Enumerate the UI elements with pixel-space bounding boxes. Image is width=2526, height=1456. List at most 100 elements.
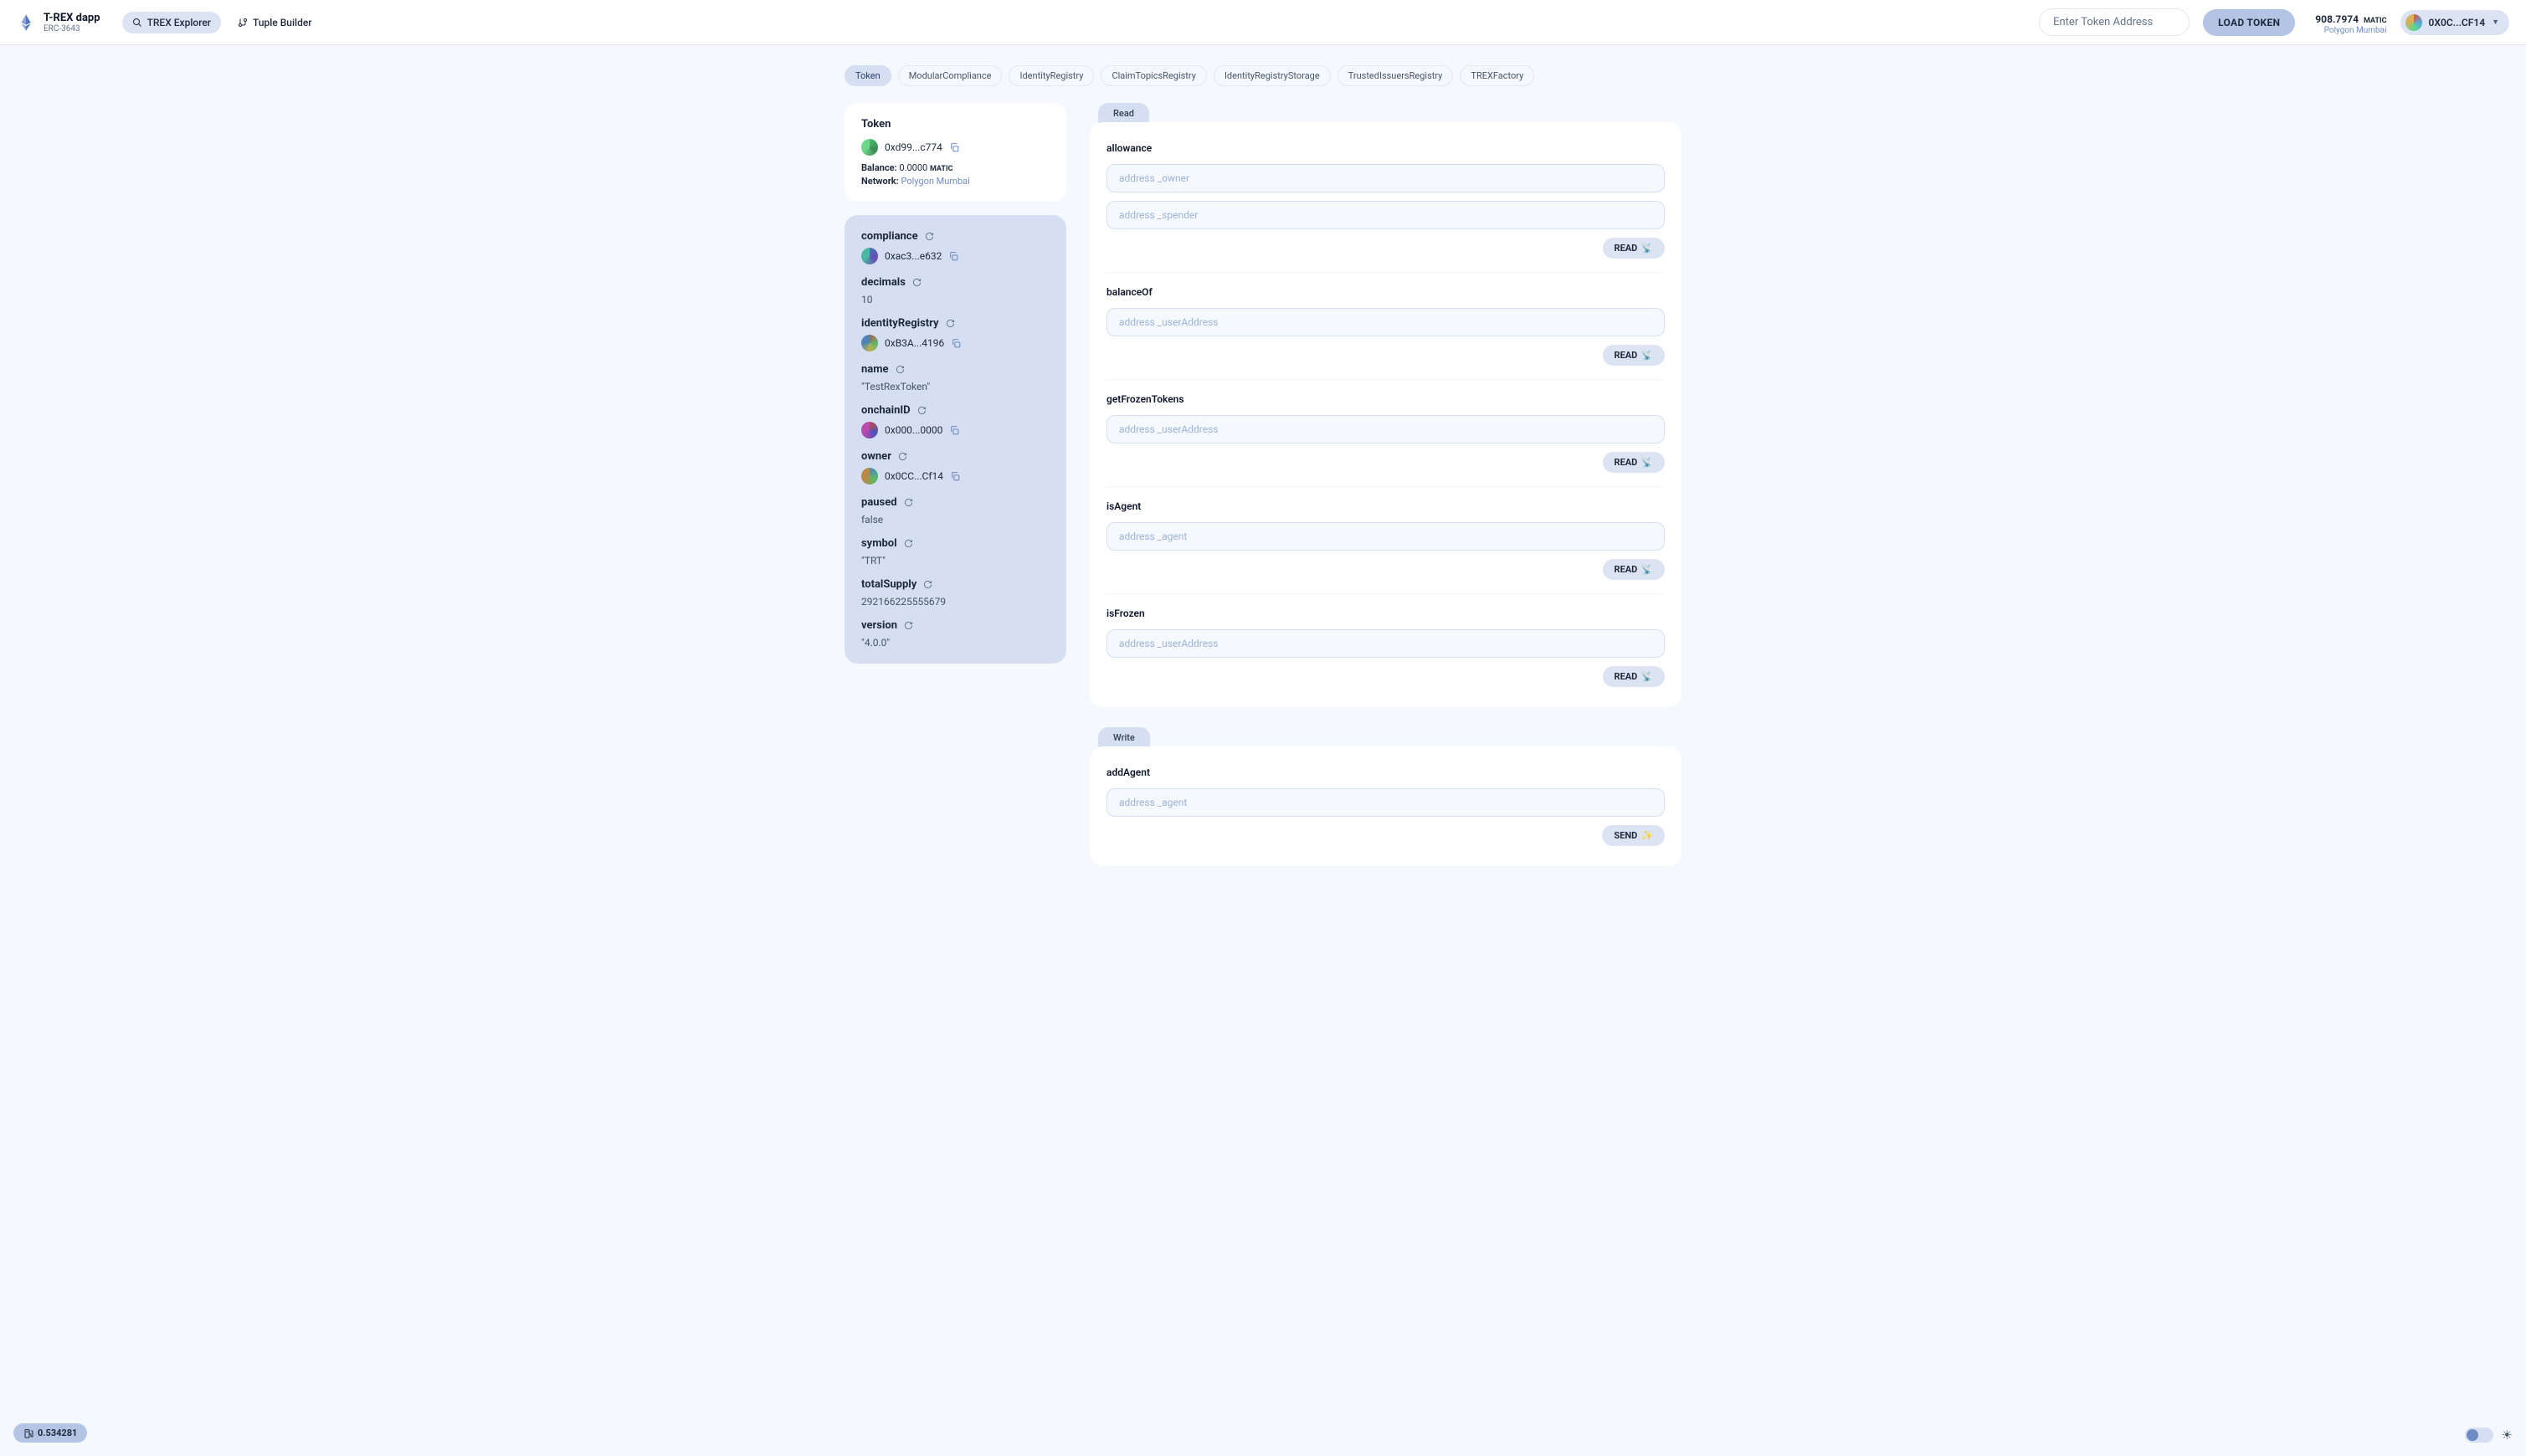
token-network-line: Network: Polygon Mumbai <box>861 176 1050 187</box>
read-button[interactable]: READ📡 <box>1603 238 1665 259</box>
address-short: 0xd99...c774 <box>885 141 942 153</box>
refresh-icon[interactable] <box>912 278 922 287</box>
property-name: compliance <box>861 230 1050 243</box>
refresh-icon[interactable] <box>923 580 932 589</box>
token-summary-card: Token 0xd99...c774 Balance: 0.0000 MATIC… <box>845 103 1066 202</box>
brand-block: T-REX dapp ERC-3643 <box>17 12 100 33</box>
identicon-icon <box>861 468 878 484</box>
property-name: decimals <box>861 276 1050 289</box>
brand-text: T-REX dapp ERC-3643 <box>44 12 100 33</box>
load-token-button[interactable]: LOAD TOKEN <box>2203 9 2295 36</box>
sun-icon: ☀ <box>2502 1428 2513 1443</box>
gas-price-badge[interactable]: 0.534281 <box>13 1423 87 1443</box>
write-functions-card: addAgentSEND✨ <box>1090 746 1681 866</box>
param-input[interactable] <box>1106 522 1665 551</box>
copy-icon[interactable] <box>948 251 959 262</box>
function-name: isFrozen <box>1106 608 1665 619</box>
nav-label: Tuple Builder <box>253 17 312 28</box>
contract-tabs: Token ModularCompliance IdentityRegistry Cl… <box>845 65 1681 86</box>
address-row: 0xB3A...4196 <box>861 335 1050 351</box>
tab-identityregistrystorage[interactable]: IdentityRegistryStorage <box>1214 65 1331 86</box>
refresh-icon[interactable] <box>946 319 955 328</box>
copy-icon[interactable] <box>951 338 962 349</box>
read-button[interactable]: READ📡 <box>1603 559 1665 580</box>
function-balanceOf: balanceOfREAD📡 <box>1106 273 1665 380</box>
identicon-icon <box>861 139 878 156</box>
param-input[interactable] <box>1106 164 1665 192</box>
property-name: name "TestRexToken" <box>861 363 1050 392</box>
send-button[interactable]: SEND✨ <box>1602 825 1665 846</box>
token-address-row: 0xd99...c774 <box>861 139 1050 156</box>
tab-trustedissuersregistry[interactable]: TrustedIssuersRegistry <box>1337 65 1454 86</box>
refresh-icon[interactable] <box>925 232 934 241</box>
tab-modularcompliance[interactable]: ModularCompliance <box>898 65 1003 86</box>
property-value: "TRT" <box>861 555 1050 567</box>
refresh-icon[interactable] <box>904 498 913 507</box>
param-input[interactable] <box>1106 629 1665 658</box>
property-value: 0xac3...e632 <box>861 248 1050 264</box>
property-value: false <box>861 514 1050 525</box>
function-addAgent: addAgentSEND✨ <box>1106 753 1665 859</box>
property-paused: pausedfalse <box>861 496 1050 525</box>
read-button[interactable]: READ📡 <box>1603 452 1665 473</box>
param-input[interactable] <box>1106 308 1665 336</box>
tab-identityregistry[interactable]: IdentityRegistry <box>1009 65 1094 86</box>
refresh-icon[interactable] <box>896 365 905 374</box>
property-value: "TestRexToken" <box>861 381 1050 392</box>
property-value: 10 <box>861 294 1050 305</box>
read-button[interactable]: READ📡 <box>1603 345 1665 366</box>
refresh-icon[interactable] <box>904 621 913 630</box>
balance-unit: MATIC <box>2364 17 2387 25</box>
theme-toggle-group: ☀ <box>2465 1428 2513 1443</box>
balance-amount: 908.7974 <box>2315 13 2359 25</box>
token-address-input[interactable] <box>2039 8 2190 36</box>
app-header: T-REX dapp ERC-3643 TREX Explorer Tuple … <box>0 0 2526 45</box>
address-row: 0xac3...e632 <box>861 248 1050 264</box>
chevron-down-icon: ▼ <box>2492 18 2499 27</box>
property-totalSupply: totalSupply292166225555679 <box>861 578 1050 608</box>
identicon-icon <box>861 248 878 264</box>
address-short: 0x000...0000 <box>885 424 942 436</box>
builder-icon <box>238 18 248 28</box>
nav-pills: TREX Explorer Tuple Builder <box>122 12 322 33</box>
property-value: 0x000...0000 <box>861 422 1050 438</box>
property-version: version"4.0.0" <box>861 619 1050 649</box>
property-symbol: symbol"TRT" <box>861 537 1050 567</box>
address-short: 0x0CC...Cf14 <box>885 470 943 482</box>
address-row: 0x000...0000 <box>861 422 1050 438</box>
copy-icon[interactable] <box>950 471 961 482</box>
theme-switch[interactable] <box>2465 1428 2493 1443</box>
nav-trex-explorer[interactable]: TREX Explorer <box>122 12 221 33</box>
tab-trexfactory[interactable]: TREXFactory <box>1460 65 1534 86</box>
wallet-balance: 908.7974 MATIC Polygon Mumbai <box>2315 10 2386 35</box>
copy-icon[interactable] <box>949 425 960 436</box>
address-short: 0xB3A...4196 <box>885 337 944 349</box>
param-input[interactable] <box>1106 415 1665 443</box>
refresh-icon[interactable] <box>898 452 907 461</box>
nav-tuple-builder[interactable]: Tuple Builder <box>228 12 322 33</box>
fuel-icon <box>23 1428 33 1438</box>
read-button[interactable]: READ📡 <box>1603 666 1665 687</box>
wallet-button[interactable]: 0X0C...CF14 ▼ <box>2400 10 2509 35</box>
function-getFrozenTokens: getFrozenTokens READ📡 <box>1106 380 1665 487</box>
brand-title: T-REX dapp <box>44 12 100 24</box>
property-value: 0x0CC...Cf14 <box>861 468 1050 484</box>
function-name: getFrozenTokens <box>1106 393 1665 405</box>
identicon-icon <box>861 422 878 438</box>
refresh-icon[interactable] <box>917 406 927 415</box>
property-name: name <box>861 363 1050 376</box>
property-identityRegistry: identityRegistry0xB3A...4196 <box>861 317 1050 351</box>
function-isFrozen: isFrozen READ📡 <box>1106 594 1665 700</box>
search-icon <box>132 18 142 28</box>
property-compliance: compliance 0xac3...e632 <box>861 230 1050 264</box>
tab-claimtopicsregistry[interactable]: ClaimTopicsRegistry <box>1101 65 1207 86</box>
identicon-icon <box>861 335 878 351</box>
property-name: onchainID <box>861 404 1050 417</box>
property-value: 292166225555679 <box>861 596 1050 608</box>
tab-token[interactable]: Token <box>845 65 891 86</box>
param-input[interactable] <box>1106 201 1665 229</box>
refresh-icon[interactable] <box>904 539 913 548</box>
param-input[interactable] <box>1106 788 1665 817</box>
copy-icon[interactable] <box>949 142 960 153</box>
function-name: allowance <box>1106 142 1665 154</box>
